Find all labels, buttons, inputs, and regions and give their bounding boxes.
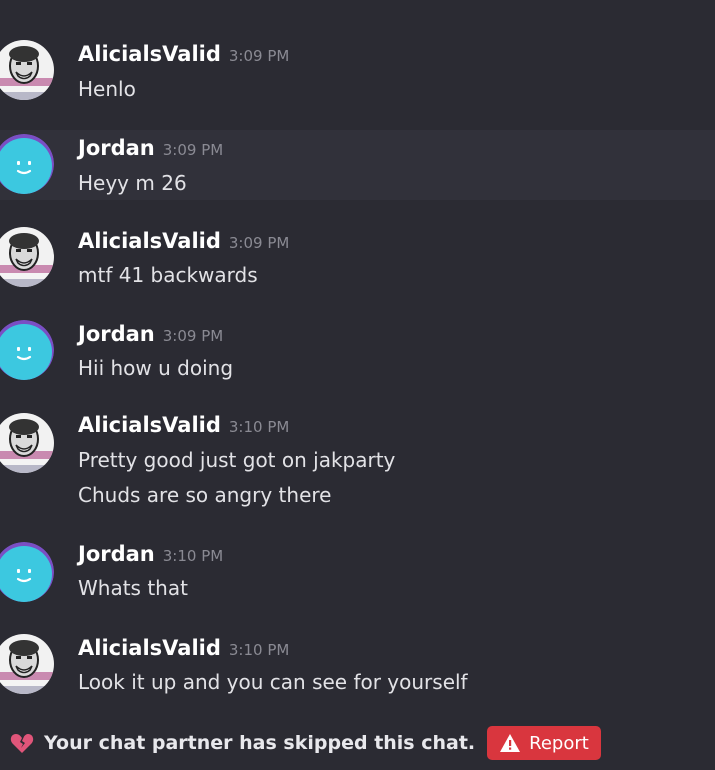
username[interactable]: AlicialsValid xyxy=(78,229,221,253)
message-group: Jordan 3:09 PM Heyy m 26 xyxy=(0,130,715,200)
username[interactable]: AlicialsValid xyxy=(78,636,221,660)
message-text: mtf 41 backwards xyxy=(78,263,258,287)
timestamp: 3:09 PM xyxy=(228,47,290,65)
smiley-avatar[interactable] xyxy=(0,542,54,602)
timestamp: 3:09 PM xyxy=(162,141,224,159)
message-text: Pretty good just got on jakparty xyxy=(78,448,396,472)
skipped-message: Your chat partner has skipped this chat. xyxy=(44,732,476,754)
troll-face-avatar[interactable] xyxy=(0,634,54,694)
message-text: Chuds are so angry there xyxy=(78,483,332,507)
message-group: AlicialsValid 3:10 PM Look it up and you … xyxy=(0,630,715,700)
username[interactable]: Jordan xyxy=(78,322,155,346)
username[interactable]: AlicialsValid xyxy=(78,42,221,66)
timestamp: 3:10 PM xyxy=(162,547,224,565)
message-text: Hii how u doing xyxy=(78,356,234,380)
report-button[interactable]: Report xyxy=(487,726,601,760)
message-text: Heyy m 26 xyxy=(78,171,187,195)
troll-face-avatar[interactable] xyxy=(0,227,54,287)
message-text: Whats that xyxy=(78,576,188,600)
timestamp: 3:10 PM xyxy=(228,418,290,436)
message-group: Jordan 3:10 PM Whats that xyxy=(0,538,715,608)
troll-face-avatar[interactable] xyxy=(0,40,54,100)
smiley-avatar[interactable] xyxy=(0,134,54,194)
message-group: AlicialsValid 3:09 PM mtf 41 backwards xyxy=(0,223,715,293)
chat-log: AlicialsValid 3:09 PM Henlo Jordan 3:09 PM… xyxy=(0,0,715,770)
username[interactable]: Jordan xyxy=(78,136,155,160)
timestamp: 3:10 PM xyxy=(228,641,290,659)
timestamp: 3:09 PM xyxy=(228,234,290,252)
username[interactable]: AlicialsValid xyxy=(78,413,221,437)
username[interactable]: Jordan xyxy=(78,542,155,566)
message-text: Look it up and you can see for yourself xyxy=(78,670,468,694)
message-group: AlicialsValid 3:10 PM Pretty good just go… xyxy=(0,410,715,510)
chat-skipped-notice: Your chat partner has skipped this chat.… xyxy=(10,726,601,760)
timestamp: 3:09 PM xyxy=(162,327,224,345)
message-group: Jordan 3:09 PM Hii how u doing xyxy=(0,316,715,386)
smiley-avatar[interactable] xyxy=(0,320,54,380)
message-group: AlicialsValid 3:09 PM Henlo xyxy=(0,36,715,106)
warning-icon xyxy=(500,734,521,752)
troll-face-avatar[interactable] xyxy=(0,413,54,473)
report-label: Report xyxy=(529,732,589,754)
broken-heart-icon xyxy=(10,734,34,753)
message-text: Henlo xyxy=(78,77,136,101)
